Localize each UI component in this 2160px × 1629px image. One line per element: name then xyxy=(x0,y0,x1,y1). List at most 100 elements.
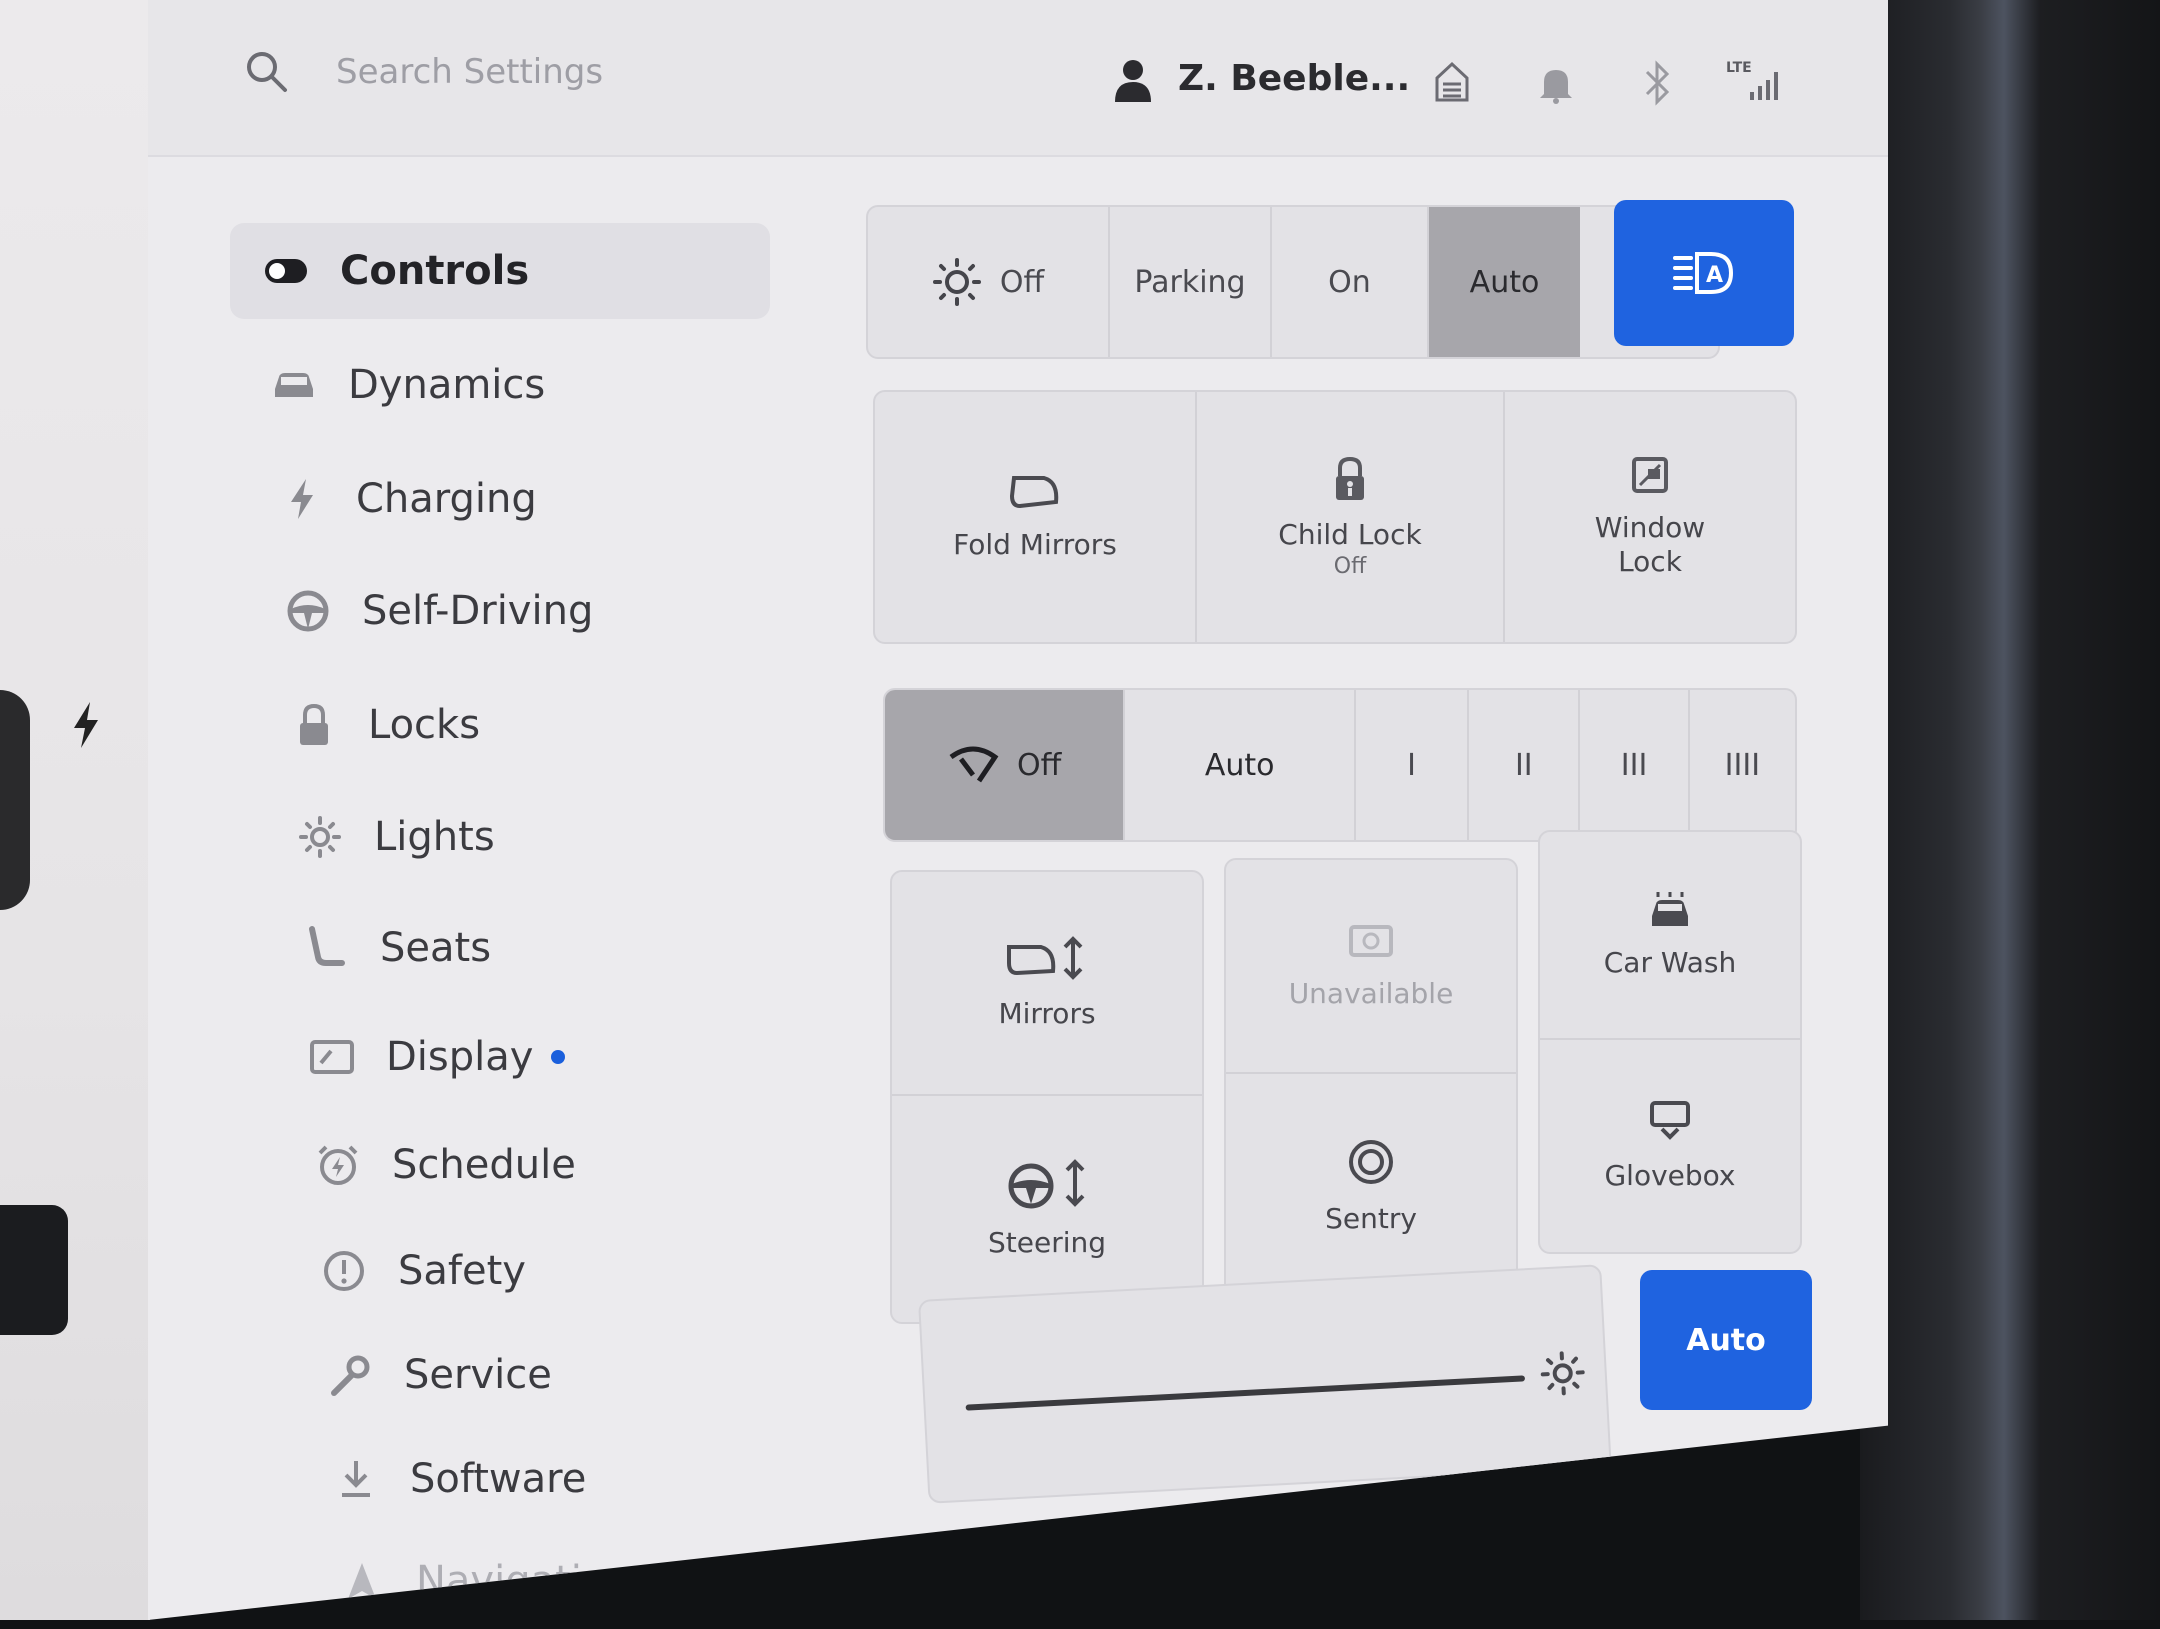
option-label: III xyxy=(1621,748,1648,783)
sidebar-item-display[interactable]: Display xyxy=(306,1009,565,1105)
tile-label: Glovebox xyxy=(1604,1159,1735,1193)
sidebar-item-label: Lights xyxy=(374,814,495,860)
brightness-slider-panel xyxy=(918,1264,1612,1504)
homelink-icon[interactable] xyxy=(1433,60,1471,102)
settings-screen: Search Settings Z. Beeble... LTE xyxy=(148,0,1888,1620)
wipers-off-option[interactable]: Off xyxy=(885,690,1125,840)
lock-icon xyxy=(288,699,340,751)
display-icon xyxy=(306,1031,358,1083)
sidebar-item-seats[interactable]: Seats xyxy=(300,900,491,996)
sun-icon xyxy=(932,257,982,307)
unavailable-button: Unavailable xyxy=(1226,860,1516,1072)
headlights-auto-option[interactable]: Auto xyxy=(1429,207,1580,357)
tile-label: Car Wash xyxy=(1604,946,1737,980)
car-wash-button[interactable]: Car Wash xyxy=(1540,832,1800,1038)
screen-bezel xyxy=(1860,0,2160,1620)
tile-label: Child Lock xyxy=(1278,518,1421,552)
tile-label: Sentry xyxy=(1325,1202,1417,1236)
bluetooth-icon[interactable] xyxy=(1643,60,1673,106)
sidebar-item-label: Navigation xyxy=(416,1558,632,1604)
side-mirror-icon xyxy=(1008,472,1062,512)
wipers-speed-4-option[interactable]: IIII xyxy=(1690,690,1795,840)
headlights-parking-option[interactable]: Parking xyxy=(1110,207,1272,357)
navigation-icon xyxy=(336,1555,388,1607)
brightness-auto-button[interactable]: Auto xyxy=(1640,1270,1812,1410)
button-label: Auto xyxy=(1686,1323,1766,1358)
auto-high-beam-button[interactable]: A xyxy=(1614,200,1794,346)
sun-icon xyxy=(294,811,346,863)
sidebar-item-controls[interactable]: Controls xyxy=(230,223,770,319)
sidebar-item-charging[interactable]: Charging xyxy=(276,451,537,547)
steering-wheel-icon xyxy=(282,585,334,637)
sidebar-item-software[interactable]: Software xyxy=(330,1431,586,1527)
user-icon[interactable] xyxy=(1113,58,1153,102)
sidebar-item-service[interactable]: Service xyxy=(324,1327,552,1423)
sidebar-item-label: Self-Driving xyxy=(362,588,593,634)
brightness-sun-icon xyxy=(1539,1349,1587,1397)
sidebar-item-label: Seats xyxy=(380,925,491,971)
glovebox-button[interactable]: Glovebox xyxy=(1540,1040,1800,1252)
unavailable-sentry-panel: Unavailable Sentry xyxy=(1224,858,1518,1302)
top-bar: Search Settings Z. Beeble... LTE xyxy=(148,0,1888,157)
mirrors-steering-panel: Mirrors Steering xyxy=(890,870,1204,1324)
tile-label: Fold Mirrors xyxy=(953,528,1117,562)
bell-icon[interactable] xyxy=(1538,64,1574,104)
alert-circle-icon xyxy=(318,1245,370,1297)
user-name[interactable]: Z. Beeble... xyxy=(1178,58,1410,99)
alarm-icon xyxy=(312,1139,364,1191)
option-label: Auto xyxy=(1470,265,1540,300)
bolt-icon xyxy=(68,700,104,750)
carwash-glovebox-panel: Car Wash Glovebox xyxy=(1538,830,1802,1254)
headlights-off-option[interactable]: Off xyxy=(868,207,1110,357)
brightness-slider[interactable] xyxy=(966,1375,1526,1410)
tile-label: Mirrors xyxy=(998,997,1095,1031)
wipers-speed-2-option[interactable]: II xyxy=(1469,690,1580,840)
fold-mirrors-button[interactable]: Fold Mirrors xyxy=(875,392,1195,642)
car-icon xyxy=(268,359,320,411)
sidebar-item-label: Safety xyxy=(398,1248,526,1294)
sidebar-item-safety[interactable]: Safety xyxy=(318,1223,526,1319)
child-lock-icon xyxy=(1332,456,1368,502)
sidebar-item-navigation[interactable]: Navigation xyxy=(336,1533,632,1629)
sidebar-item-label: Controls xyxy=(340,248,529,294)
sidebar-item-label: Display xyxy=(386,1034,533,1080)
option-label: Off xyxy=(1000,265,1044,300)
search-icon[interactable] xyxy=(243,48,289,94)
auto-high-beam-icon: A xyxy=(1673,250,1735,296)
background-dark-block xyxy=(0,1205,68,1335)
wipers-segmented-control: Off Auto I II III IIII xyxy=(883,688,1797,842)
sidebar-item-locks[interactable]: Locks xyxy=(288,677,480,773)
option-label: I xyxy=(1407,748,1416,783)
sidebar-item-lights[interactable]: Lights xyxy=(294,789,495,885)
sidebar-item-self-driving[interactable]: Self-Driving xyxy=(282,563,593,659)
sidebar-item-label: Dynamics xyxy=(348,362,545,408)
glovebox-icon xyxy=(1648,1099,1692,1143)
seat-icon xyxy=(300,922,352,974)
sidebar-item-label: Service xyxy=(404,1352,552,1398)
search-input[interactable]: Search Settings xyxy=(336,52,603,92)
mirrors-adjust-button[interactable]: Mirrors xyxy=(892,872,1202,1094)
window-lock-button[interactable]: Window Lock xyxy=(1505,392,1795,642)
sidebar-item-schedule[interactable]: Schedule xyxy=(312,1117,576,1213)
headlights-on-option[interactable]: On xyxy=(1272,207,1429,357)
headlights-segmented-control: Off Parking On Auto xyxy=(866,205,1720,359)
toggle-icon xyxy=(260,245,312,297)
wipers-auto-option[interactable]: Auto xyxy=(1125,690,1355,840)
car-silhouette xyxy=(0,690,30,910)
dashcam-icon xyxy=(1348,921,1394,961)
wrench-icon xyxy=(324,1349,376,1401)
download-icon xyxy=(330,1453,382,1505)
tile-label: Steering xyxy=(988,1226,1106,1260)
option-label: On xyxy=(1328,265,1371,300)
wipers-speed-1-option[interactable]: I xyxy=(1356,690,1469,840)
sidebar-item-label: Locks xyxy=(368,702,480,748)
option-label: Parking xyxy=(1134,265,1245,300)
window-lock-icon xyxy=(1630,455,1670,495)
sidebar-item-dynamics[interactable]: Dynamics xyxy=(268,337,545,433)
bolt-icon xyxy=(276,473,328,525)
sidebar-item-label: Charging xyxy=(356,476,537,522)
sentry-button[interactable]: Sentry xyxy=(1226,1074,1516,1300)
sentry-icon xyxy=(1347,1138,1395,1186)
child-lock-button[interactable]: Child Lock Off xyxy=(1197,392,1503,642)
wipers-speed-3-option[interactable]: III xyxy=(1580,690,1689,840)
